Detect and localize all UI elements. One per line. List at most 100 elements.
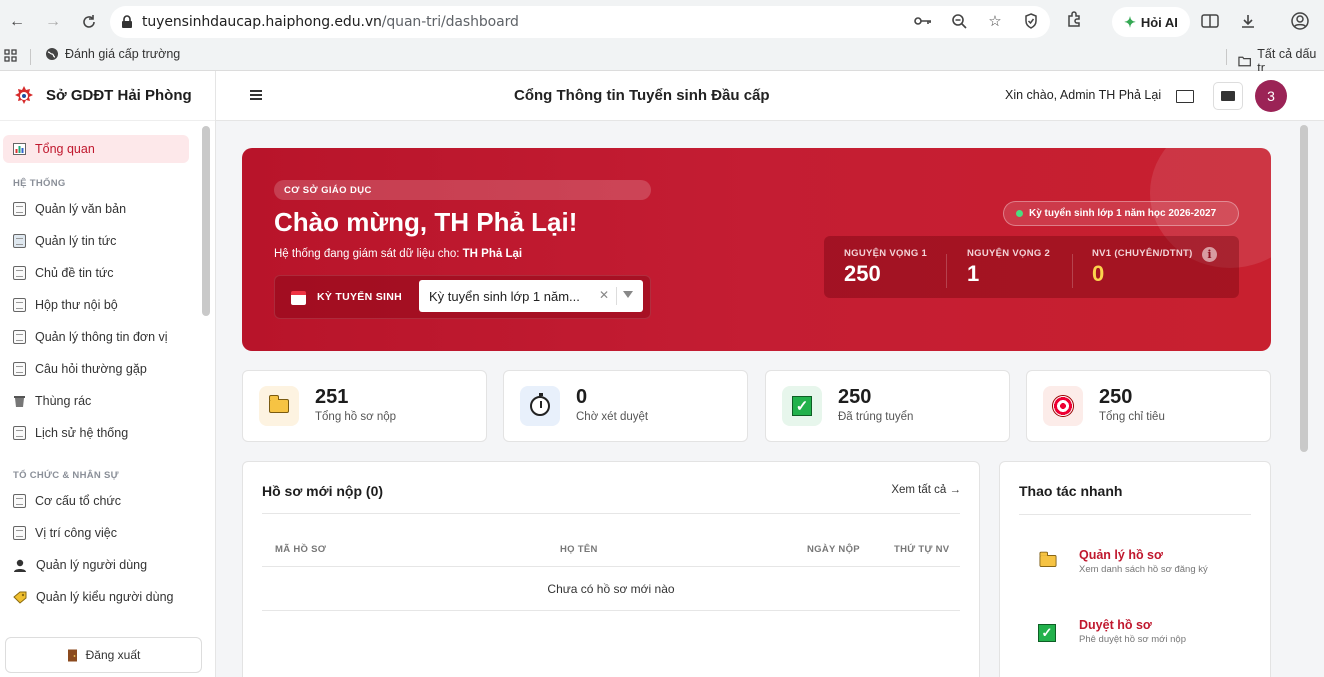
- sidebar-item-label: Câu hỏi thường gặp: [35, 362, 147, 376]
- trash-icon: [14, 396, 25, 407]
- card-caption: Tổng chỉ tiêu: [1099, 411, 1165, 423]
- card-caption: Chờ xét duyệt: [576, 411, 649, 423]
- key-icon[interactable]: [914, 12, 932, 30]
- sidebar-item-overview[interactable]: Tổng quan: [3, 135, 189, 163]
- address-bar[interactable]: tuyensinhdaucap.haiphong.edu.vn/quan-tri…: [110, 6, 1050, 38]
- lock-icon: [122, 15, 132, 28]
- sidebar-item-trash[interactable]: Thùng rác: [0, 385, 208, 417]
- document-icon: [13, 362, 26, 376]
- document-icon: [13, 266, 26, 280]
- reload-icon[interactable]: [79, 12, 99, 32]
- document-icon: [13, 202, 26, 216]
- card-total-quota[interactable]: 250 Tổng chỉ tiêu: [1026, 370, 1271, 442]
- sidebar-item-users[interactable]: Quản lý người dùng: [0, 549, 208, 581]
- period-selector-box: KỲ TUYỂN SINH Kỳ tuyển sinh lớp 1 năm...…: [274, 275, 651, 319]
- sidebar-scrollbar[interactable]: [202, 126, 210, 316]
- stat-label: NGUYỆN VỌNG 2: [967, 248, 1051, 259]
- ask-ai-label: Hỏi AI: [1140, 14, 1178, 30]
- sidebar-menu: Tổng quan HỆ THỐNG Quản lý văn bản Quản …: [0, 121, 208, 613]
- url-text: tuyensinhdaucap.haiphong.edu.vn/quan-tri…: [142, 14, 519, 30]
- profile-icon[interactable]: [1290, 11, 1310, 31]
- recent-applications-panel: Hồ sơ mới nộp (0) Xem tất cả → MÃ HỒ SƠ …: [242, 461, 980, 677]
- user-icon: [14, 559, 26, 572]
- folder-outline-icon: [1238, 56, 1251, 67]
- card-pending-review[interactable]: 0 Chờ xét duyệt: [503, 370, 748, 442]
- sidebar-item-label: Lịch sử hệ thống: [35, 426, 129, 440]
- monitor-icon[interactable]: [1213, 82, 1243, 110]
- apps-grid-icon[interactable]: [4, 49, 18, 63]
- quick-actions-panel: Thao tác nhanh Quản lý hồ sơ Xem danh sá…: [999, 461, 1271, 677]
- zoom-out-icon[interactable]: [950, 12, 968, 30]
- period-status-pill: Kỳ tuyển sinh lớp 1 năm học 2026-2027: [1003, 201, 1239, 226]
- empty-state-text: Chưa có hồ sơ mới nào: [547, 582, 675, 596]
- clear-icon[interactable]: ✕: [599, 288, 609, 302]
- info-icon[interactable]: i: [1202, 247, 1217, 262]
- sidebar-item-inbox[interactable]: Hộp thư nội bộ: [0, 289, 208, 321]
- greeting-text: Xin chào, Admin TH Phả Lại: [1005, 88, 1162, 102]
- fullscreen-icon[interactable]: [1176, 90, 1194, 103]
- period-select[interactable]: Kỳ tuyển sinh lớp 1 năm... ✕: [419, 280, 643, 312]
- card-total-applications[interactable]: 251 Tổng hồ sơ nộp: [242, 370, 487, 442]
- bookmark-danh-gia[interactable]: Đánh giá cấp trường: [45, 47, 180, 61]
- forward-icon[interactable]: →: [43, 12, 63, 32]
- sparkle-icon: ✦: [1124, 13, 1136, 30]
- document-icon: [13, 426, 26, 440]
- calendar-icon: [291, 291, 306, 305]
- menu-toggle-icon[interactable]: [250, 90, 262, 100]
- sidebar-item-news[interactable]: Quản lý tin tức: [0, 225, 208, 257]
- reading-mode-icon[interactable]: [1200, 11, 1220, 31]
- sidebar-item-org-structure[interactable]: Cơ cấu tổ chức: [0, 485, 208, 517]
- card-value: 250: [1099, 386, 1133, 408]
- main-scrollbar[interactable]: [1300, 125, 1308, 452]
- newspaper-icon: [13, 234, 26, 248]
- quick-action-desc: Phê duyệt hồ sơ mới nộp: [1079, 634, 1186, 645]
- tag-icon: [13, 591, 27, 604]
- extensions-icon[interactable]: [1066, 10, 1084, 28]
- logout-label: Đăng xuất: [85, 648, 141, 662]
- back-icon[interactable]: ←: [7, 12, 27, 32]
- stat-nv2: NGUYỆN VỌNG 2 1: [967, 248, 1050, 287]
- sidebar-item-documents[interactable]: Quản lý văn bản: [0, 193, 208, 225]
- download-icon[interactable]: [1238, 11, 1258, 31]
- avatar[interactable]: 3: [1255, 80, 1287, 112]
- sidebar-item-unit-info[interactable]: Quản lý thông tin đơn vị: [0, 321, 208, 353]
- subtitle-school-name: TH Phả Lại: [462, 248, 523, 260]
- stat-value: 0: [1092, 261, 1105, 286]
- top-header: Cổng Thông tin Tuyển sinh Đầu cấp Xin ch…: [216, 71, 1324, 121]
- sidebar-item-label: Cơ cấu tổ chức: [35, 494, 122, 508]
- stat-value: 250: [844, 261, 881, 286]
- star-icon[interactable]: ☆: [986, 12, 1004, 30]
- shield-icon[interactable]: [1022, 12, 1040, 30]
- brand[interactable]: Sở GDĐT Hải Phòng: [0, 71, 215, 121]
- target-icon: [1052, 395, 1074, 417]
- view-all-link[interactable]: Xem tất cả →: [891, 484, 961, 496]
- sidebar-item-news-topics[interactable]: Chủ đề tin tức: [0, 257, 208, 289]
- sidebar-item-label: Quản lý tin tức: [35, 234, 117, 248]
- card-value: 251: [315, 386, 349, 408]
- monitoring-subtitle: Hệ thống đang giám sát dữ liệu cho: TH P…: [274, 248, 522, 260]
- sidebar-item-label: Chủ đề tin tức: [35, 266, 114, 280]
- quick-action-title[interactable]: Quản lý hồ sơ: [1079, 548, 1163, 562]
- card-admitted[interactable]: ✓ 250 Đã trúng tuyển: [765, 370, 1010, 442]
- sidebar-item-job-positions[interactable]: Vị trí công việc: [0, 517, 208, 549]
- check-icon: ✓: [792, 396, 812, 416]
- sidebar-item-label: Vị trí công việc: [35, 526, 117, 540]
- document-icon: [13, 526, 26, 540]
- column-header-date: NGÀY NỘP: [807, 544, 860, 555]
- welcome-title: Chào mừng, TH Phả Lại!: [274, 207, 578, 237]
- card-value: 0: [576, 386, 588, 408]
- institution-badge: CƠ SỞ GIÁO DỤC: [274, 180, 651, 200]
- sidebar-item-user-types[interactable]: Quản lý kiểu người dùng: [0, 581, 208, 613]
- ask-ai-button[interactable]: ✦ Hỏi AI: [1112, 7, 1190, 37]
- bookmarks-bar: Đánh giá cấp trường Tất cả dấu tr: [0, 43, 1324, 75]
- caret-down-icon[interactable]: [623, 291, 633, 298]
- folder-icon: [268, 395, 289, 413]
- logo-icon: [15, 85, 33, 104]
- logout-button[interactable]: Đăng xuất: [5, 637, 202, 673]
- status-dot-icon: [1016, 210, 1023, 217]
- bar-chart-icon: [13, 143, 26, 155]
- door-icon: [67, 649, 77, 661]
- sidebar-item-faq[interactable]: Câu hỏi thường gặp: [0, 353, 208, 385]
- sidebar-item-history[interactable]: Lịch sử hệ thống: [0, 417, 208, 449]
- quick-action-title[interactable]: Duyệt hồ sơ: [1079, 618, 1152, 632]
